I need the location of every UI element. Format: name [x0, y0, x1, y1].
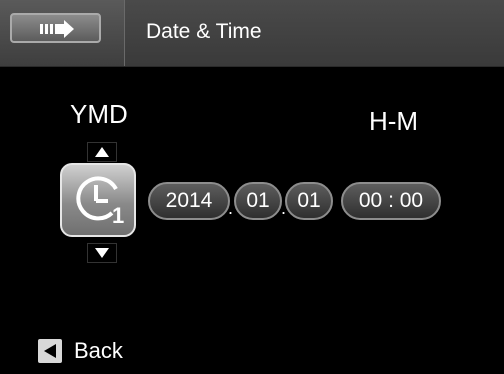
clock-icon: 1 — [60, 163, 136, 237]
header-bar: Date & Time — [0, 0, 504, 67]
date-separator: . — [228, 198, 234, 218]
left-arrow-icon — [38, 339, 62, 363]
back-tab[interactable] — [0, 0, 125, 66]
day-field[interactable]: 01 — [285, 182, 333, 220]
month-field[interactable]: 01 — [234, 182, 282, 220]
svg-text:1: 1 — [112, 203, 124, 227]
date-format-label: YMD — [70, 99, 128, 129]
back-button[interactable]: Back — [38, 338, 123, 364]
page-title: Date & Time — [146, 20, 262, 43]
back-label: Back — [74, 338, 123, 363]
down-arrow-icon — [95, 248, 109, 258]
increase-button[interactable] — [87, 142, 117, 162]
time-format-label: H-M — [369, 106, 419, 136]
back-arrow-icon — [40, 20, 74, 38]
back-tab-button[interactable] — [10, 13, 101, 43]
time-field[interactable]: 00 : 00 — [341, 182, 441, 220]
year-field[interactable]: 2014 — [148, 182, 230, 220]
up-arrow-icon — [95, 147, 109, 157]
decrease-button[interactable] — [87, 243, 117, 263]
